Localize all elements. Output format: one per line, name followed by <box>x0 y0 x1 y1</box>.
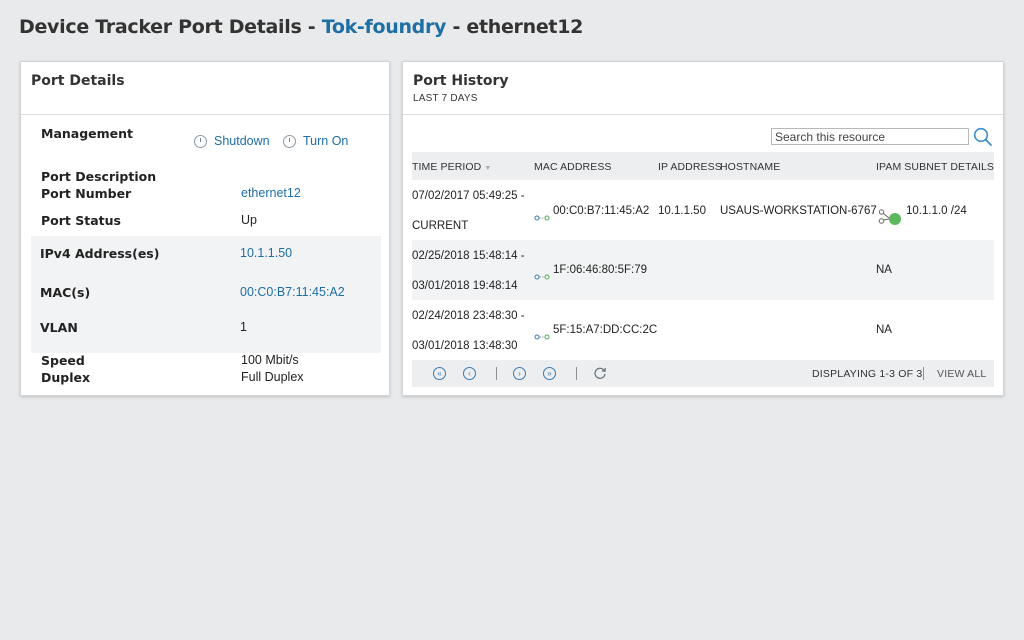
refresh-icon[interactable] <box>593 366 607 380</box>
port-history-title: Port History <box>413 73 509 89</box>
port-details-header: Port Details <box>21 62 389 115</box>
ipv4-label: IPv4 Address(es) <box>40 246 160 261</box>
mac-address-icon <box>534 334 550 340</box>
turn-on-label: Turn On <box>303 134 349 148</box>
shutdown-label: Shutdown <box>214 134 270 148</box>
last-page-icon[interactable]: » <box>543 367 556 380</box>
time-start: 02/25/2018 15:48:14 - <box>412 250 525 262</box>
column-mac-address[interactable]: MAC ADDRESS <box>534 161 612 173</box>
mac-link[interactable]: 5F:15:A7:DD:CC:2C <box>553 324 657 336</box>
duplex-value: Full Duplex <box>241 370 304 384</box>
search-icon[interactable] <box>973 127 993 147</box>
vlan-label: VLAN <box>40 320 78 335</box>
power-icon <box>283 134 296 148</box>
ip-link[interactable]: 10.1.1.50 <box>658 205 706 217</box>
port-details-title: Port Details <box>31 73 125 89</box>
mac-address-icon <box>534 274 550 280</box>
table-row: 07/02/2017 05:49:25 - CURRENT 00:C0:B7:1… <box>412 180 994 240</box>
time-end: 03/01/2018 19:48:14 <box>412 280 518 292</box>
time-start: 02/24/2018 23:48:30 - <box>412 310 525 322</box>
duplex-label: Duplex <box>41 370 91 385</box>
mac-label: MAC(s) <box>40 285 91 300</box>
mac-link[interactable]: 1F:06:46:80:5F:79 <box>553 264 647 276</box>
view-all-link[interactable]: VIEW ALL <box>937 368 986 380</box>
port-status-value: Up <box>241 213 257 227</box>
port-number-value[interactable]: ethernet12 <box>241 186 301 200</box>
table-row: 02/25/2018 15:48:14 - 03/01/2018 19:48:1… <box>412 240 994 300</box>
hostname-link[interactable]: USAUS-WORKSTATION-6767 <box>720 205 877 217</box>
ipv4-value[interactable]: 10.1.1.50 <box>240 246 292 260</box>
page-title-prefix: Device Tracker Port Details - <box>19 16 322 38</box>
port-status-label: Port Status <box>41 213 121 228</box>
port-history-panel: Port History LAST 7 DAYS TIME PERIOD ▼ M… <box>402 61 1004 396</box>
column-ip-address[interactable]: IP ADDRESS <box>658 161 722 173</box>
shutdown-button[interactable]: Shutdown <box>194 134 270 148</box>
page-title-suffix: - ethernet12 <box>446 16 584 38</box>
page-title: Device Tracker Port Details - Tok-foundr… <box>19 16 583 38</box>
power-icon <box>194 134 207 148</box>
time-start: 07/02/2017 05:49:25 - <box>412 190 525 202</box>
first-page-icon[interactable]: « <box>433 367 446 380</box>
mac-address-icon <box>534 215 550 221</box>
ipam-value: NA <box>876 264 892 276</box>
pager-divider <box>496 367 497 380</box>
mac-value[interactable]: 00:C0:B7:11:45:A2 <box>240 285 345 299</box>
subnet-icon <box>878 209 901 225</box>
sort-down-icon: ▼ <box>484 165 492 172</box>
time-end: 03/01/2018 13:48:30 <box>412 340 518 352</box>
displaying-count: DISPLAYING 1-3 OF 3 <box>812 368 923 380</box>
next-page-icon[interactable]: › <box>513 367 526 380</box>
column-time-period-label: TIME PERIOD <box>412 161 482 173</box>
port-history-subtitle: LAST 7 DAYS <box>413 93 478 104</box>
device-link[interactable]: Tok-foundry <box>322 16 447 38</box>
table-row: 02/24/2018 23:48:30 - 03/01/2018 13:48:3… <box>412 300 994 360</box>
footer-divider <box>923 367 924 380</box>
column-time-period[interactable]: TIME PERIOD ▼ <box>412 161 491 173</box>
port-history-header: Port History LAST 7 DAYS <box>403 62 1003 115</box>
column-ipam[interactable]: IPAM SUBNET DETAILS <box>876 161 994 173</box>
history-table-header: TIME PERIOD ▼ MAC ADDRESS IP ADDRESS HOS… <box>412 152 994 180</box>
search-input[interactable] <box>771 128 969 145</box>
vlan-value: 1 <box>240 320 247 334</box>
management-label: Management <box>41 126 134 141</box>
ipam-value: NA <box>876 324 892 336</box>
port-number-label: Port Number <box>41 186 132 201</box>
pager-divider <box>576 367 577 380</box>
table-footer: « ‹ › » DISPLAYING 1-3 OF 3 VIEW ALL <box>412 360 994 387</box>
turn-on-button[interactable]: Turn On <box>283 134 348 148</box>
port-details-panel: Port Details Management Shutdown Turn On… <box>20 61 390 396</box>
ipam-link[interactable]: 10.1.1.0 /24 <box>906 205 967 217</box>
speed-label: Speed <box>41 353 85 368</box>
port-description-label: Port Description <box>41 169 157 184</box>
prev-page-icon[interactable]: ‹ <box>463 367 476 380</box>
speed-value: 100 Mbit/s <box>241 353 299 367</box>
time-end: CURRENT <box>412 220 469 232</box>
column-hostname[interactable]: HOSTNAME <box>720 161 780 173</box>
mac-link[interactable]: 00:C0:B7:11:45:A2 <box>553 205 649 217</box>
